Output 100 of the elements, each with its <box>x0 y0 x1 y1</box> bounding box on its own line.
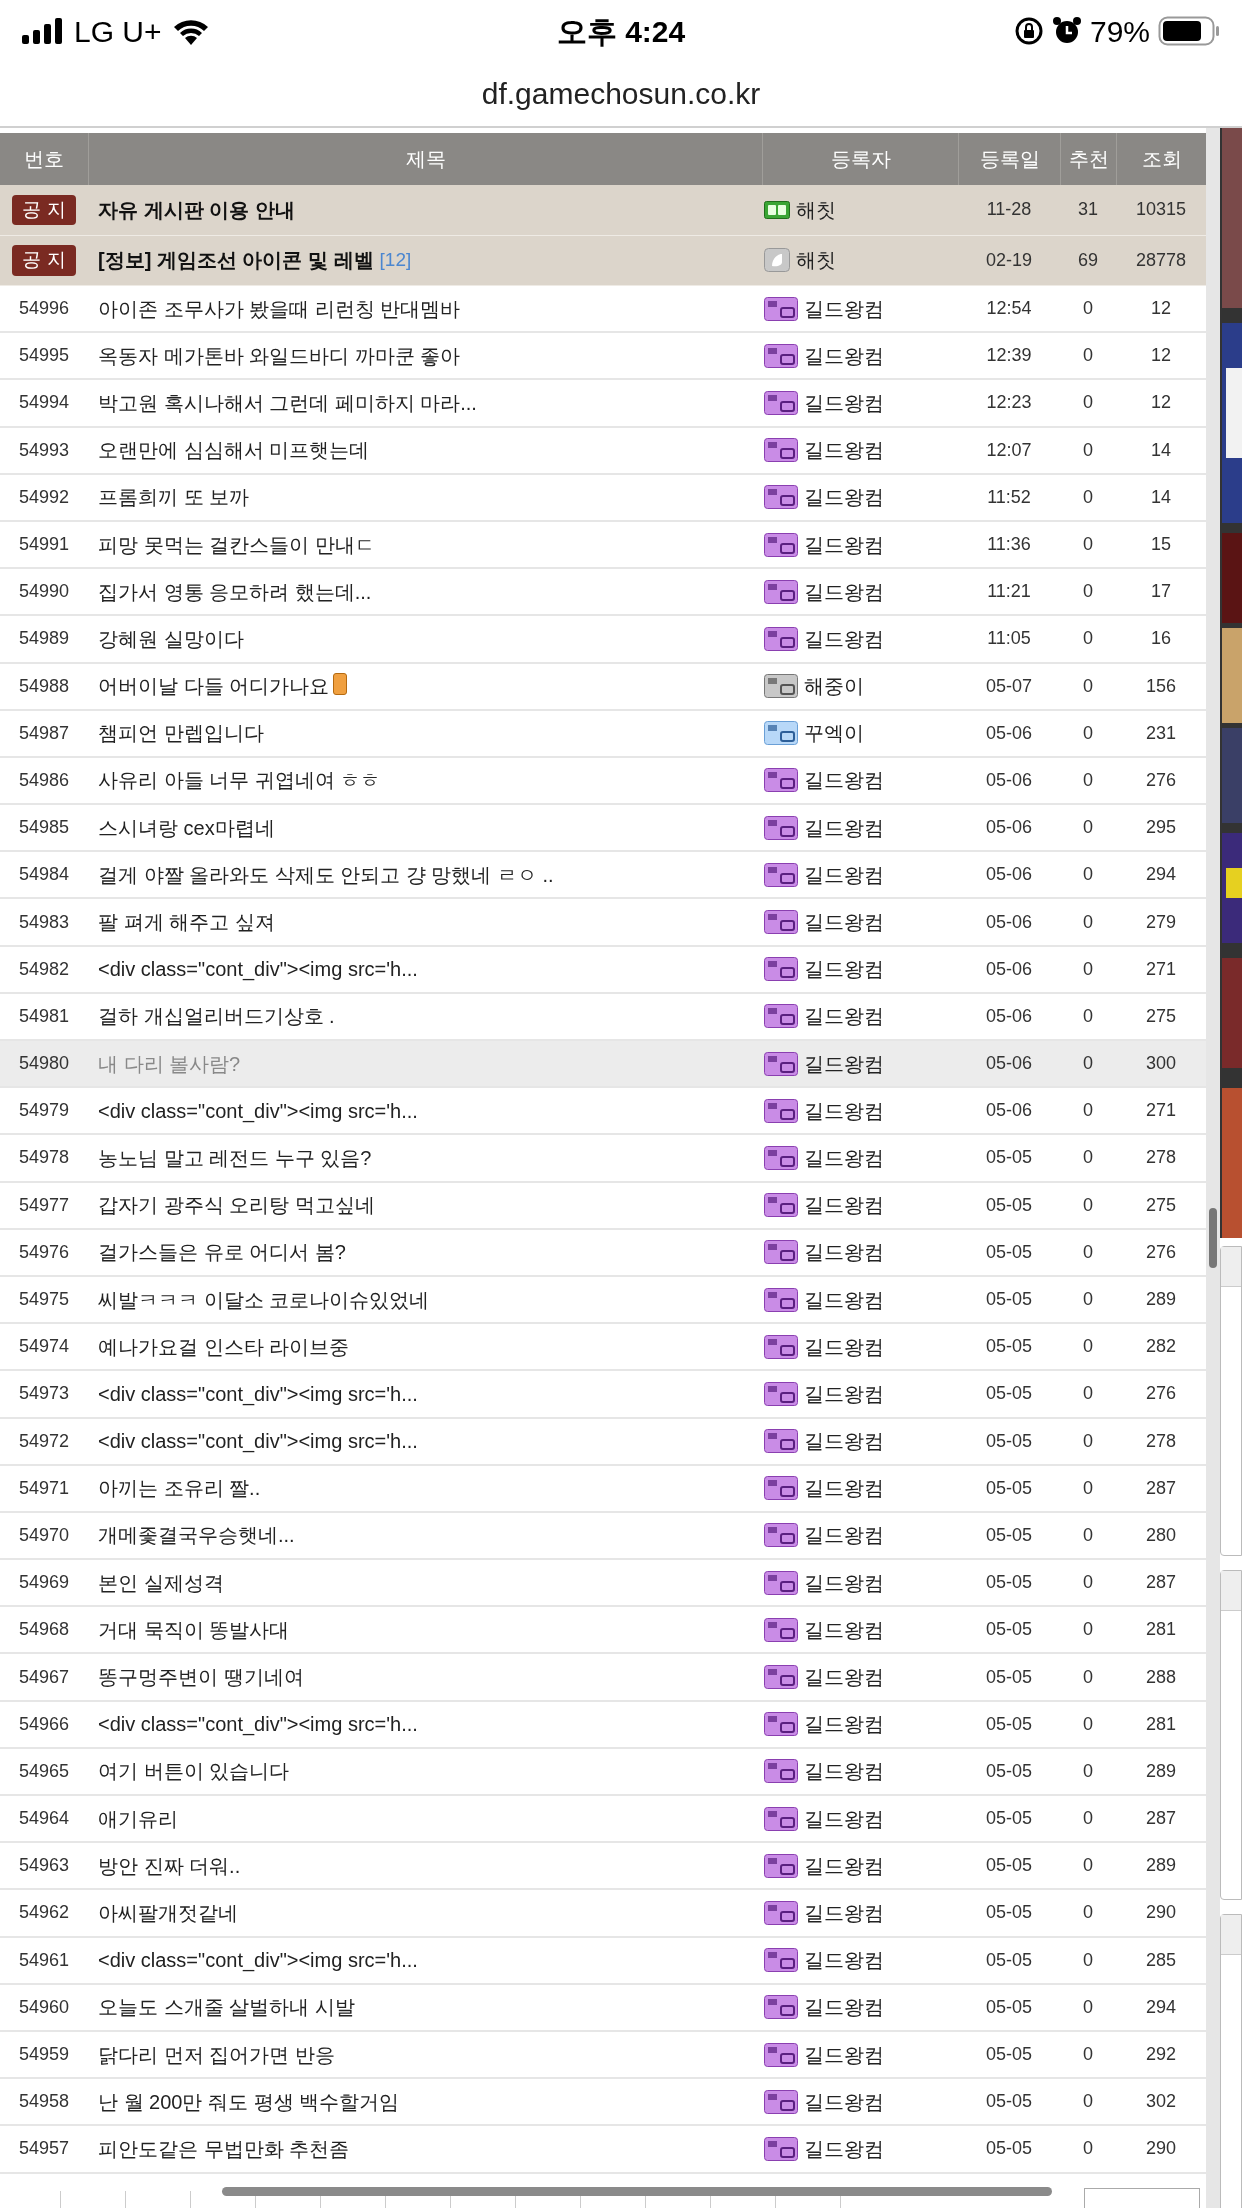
author-name[interactable]: 길드왕컴 <box>804 2086 884 2117</box>
author-name[interactable]: 길드왕컴 <box>804 1284 884 1315</box>
author-name[interactable]: 길드왕컴 <box>804 1095 884 1126</box>
author-name[interactable]: 길드왕컴 <box>804 1567 884 1598</box>
author-name[interactable]: 길드왕컴 <box>804 387 884 418</box>
level-badge-icon <box>764 296 798 321</box>
author-name[interactable]: 길드왕컴 <box>804 1001 884 1032</box>
author-name[interactable]: 길드왕컴 <box>804 2133 884 2164</box>
level-badge-icon <box>764 1476 798 1501</box>
level-badge-icon <box>764 1948 798 1973</box>
column-header[interactable]: 제목 <box>405 144 446 174</box>
author-name[interactable]: 길드왕컴 <box>804 1237 884 1268</box>
column-header[interactable]: 조회 <box>1141 144 1182 174</box>
author-name[interactable]: 길드왕컴 <box>804 1850 884 1881</box>
scrollbar-thumb[interactable] <box>1209 1208 1217 1268</box>
post-title[interactable]: 예나가요걸 인스타 라이브중 <box>98 1331 350 1362</box>
post-title[interactable]: 집가서 영통 응모하려 했는데... <box>98 576 372 607</box>
post-title[interactable]: 똥구멍주변이 땡기네여 <box>98 1662 304 1693</box>
post-title[interactable]: <div class="cont_div"><img src='h... <box>98 1945 418 1976</box>
author-name[interactable]: 해중이 <box>804 671 864 702</box>
post-title[interactable]: 팔 펴게 해주고 싶져 <box>98 907 275 938</box>
author-name[interactable]: 길드왕컴 <box>804 954 884 985</box>
post-title[interactable]: 자유 게시판 이용 안내 <box>98 194 295 225</box>
column-header[interactable]: 등록일 <box>979 144 1040 174</box>
author-name[interactable]: 길드왕컴 <box>804 1614 884 1645</box>
post-title[interactable]: 피망 못먹는 걸칸스들이 만내ㄷ <box>98 529 375 560</box>
post-title[interactable]: 본인 실제성격 <box>98 1567 224 1598</box>
post-title[interactable]: 오랜만에 심심해서 미프햇는데 <box>98 435 370 466</box>
author-name[interactable]: 길드왕컴 <box>804 435 884 466</box>
address-bar-url[interactable]: df.gamechosun.co.kr <box>481 70 761 116</box>
post-title[interactable]: 난 월 200만 줘도 평생 백수할거임 <box>98 2086 400 2117</box>
author-name[interactable]: 꾸엑이 <box>804 718 864 749</box>
author-name[interactable]: 길드왕컴 <box>804 859 884 890</box>
author-name[interactable]: 길드왕컴 <box>804 1520 884 1551</box>
author-name[interactable]: 길드왕컴 <box>804 1331 884 1362</box>
author-name[interactable]: 길드왕컴 <box>804 1142 884 1173</box>
post-title[interactable]: <div class="cont_div"><img src='h... <box>98 1095 418 1126</box>
post-title[interactable]: <div class="cont_div"><img src='h... <box>98 1709 418 1740</box>
author-name[interactable]: 길드왕컴 <box>804 1756 884 1787</box>
post-title[interactable]: 개메좇결국우승햇네... <box>98 1520 295 1551</box>
author-name[interactable]: 길드왕컴 <box>804 1897 884 1928</box>
post-title[interactable]: 박고원 혹시나해서 그런데 페미하지 마라... <box>98 387 477 418</box>
column-header[interactable]: 추천 <box>1068 144 1109 174</box>
horizontal-scrollbar[interactable] <box>222 2187 1052 2196</box>
post-title[interactable]: 피안도같은 무법만화 추천좀 <box>98 2133 350 2164</box>
author-name[interactable]: 해칫 <box>796 245 836 276</box>
author-name[interactable]: 길드왕컴 <box>804 1426 884 1457</box>
author-name[interactable]: 길드왕컴 <box>804 1945 884 1976</box>
author-name[interactable]: 길드왕컴 <box>804 1190 884 1221</box>
author-name[interactable]: 길드왕컴 <box>804 907 884 938</box>
author-name[interactable]: 길드왕컴 <box>804 1048 884 1079</box>
post-title[interactable]: 거대 묵직이 똥발사대 <box>98 1614 290 1645</box>
post-date: 05-05 <box>985 1523 1032 1547</box>
notice-row[interactable]: 공 지 [정보] 게임조선 아이콘 및 레벨 [12] 해칫 02-19 69 28778 <box>0 235 1206 286</box>
post-title[interactable]: 스시녀랑 cex마렵네 <box>98 812 275 843</box>
author-name[interactable]: 길드왕컴 <box>804 1709 884 1740</box>
post-title[interactable]: 아끼는 조유리 짤.. <box>98 1473 261 1504</box>
post-title[interactable]: 걸게 야짤 올라와도 삭제도 안되고 걍 망했네 ㄹㅇ .. <box>98 859 554 890</box>
notice-row[interactable]: 공 지 자유 게시판 이용 안내 해칫 11-28 31 10315 <box>0 185 1206 236</box>
post-title[interactable]: <div class="cont_div"><img src='h... <box>98 1378 418 1409</box>
post-title[interactable]: [정보] 게임조선 아이콘 및 레벨 <box>98 245 374 276</box>
post-title[interactable]: 어버이날 다들 어디가나요 <box>98 671 330 702</box>
post-title[interactable]: 사유리 아들 너무 귀엽네여 ㅎㅎ <box>98 765 381 796</box>
author-name[interactable]: 길드왕컴 <box>804 623 884 654</box>
post-title[interactable]: <div class="cont_div"><img src='h... <box>98 1426 418 1457</box>
author-name[interactable]: 길드왕컴 <box>804 765 884 796</box>
author-name[interactable]: 길드왕컴 <box>804 340 884 371</box>
post-title[interactable]: 씨발ㅋㅋㅋ 이달소 코로나이슈있었네 <box>98 1284 430 1315</box>
post-title[interactable]: 챔피언 만렙입니다 <box>98 718 264 749</box>
post-title[interactable]: 닭다리 먼저 집어가면 반응 <box>98 2039 335 2070</box>
post-title[interactable]: 애기유리 <box>98 1803 178 1834</box>
author-name[interactable]: 길드왕컴 <box>804 1473 884 1504</box>
author-name[interactable]: 길드왕컴 <box>804 293 884 324</box>
author-name[interactable]: 길드왕컴 <box>804 1803 884 1834</box>
post-title[interactable]: 방안 진짜 더워.. <box>98 1850 241 1881</box>
column-header[interactable]: 번호 <box>24 144 64 174</box>
author-name[interactable]: 길드왕컴 <box>804 529 884 560</box>
author-name[interactable]: 길드왕컴 <box>804 1992 884 2023</box>
post-title[interactable]: 여기 버튼이 있습니다 <box>98 1756 290 1787</box>
post-row[interactable]: 54980 내 다리 볼사람? 길드왕컴 05-06 0 300 <box>0 1041 1206 1089</box>
column-header[interactable]: 등록자 <box>830 144 891 174</box>
post-title[interactable]: 아씨팔개젓같네 <box>98 1897 238 1928</box>
post-title[interactable]: 아이존 조무사가 봤을때 리런칭 반대멤바 <box>98 293 461 324</box>
author-name[interactable]: 해칫 <box>796 194 836 225</box>
author-name[interactable]: 길드왕컴 <box>804 2039 884 2070</box>
post-title[interactable]: 강혜원 실망이다 <box>98 623 244 654</box>
post-title[interactable]: 농노님 말고 레전드 누구 있음? <box>98 1142 372 1173</box>
recommend-count: 0 <box>1083 2137 1093 2161</box>
post-title[interactable]: 걸가스들은 유로 어디서 봄? <box>98 1237 346 1268</box>
author-name[interactable]: 길드왕컴 <box>804 1662 884 1693</box>
post-title[interactable]: 옥동자 메가톤바 와일드바디 까마쿤 좋아 <box>98 340 461 371</box>
author-name[interactable]: 길드왕컴 <box>804 576 884 607</box>
post-title[interactable]: 걸하 개십얼리버드기상호 . <box>98 1001 335 1032</box>
post-title[interactable]: <div class="cont_div"><img src='h... <box>98 954 418 985</box>
author-name[interactable]: 길드왕컴 <box>804 1378 884 1409</box>
author-name[interactable]: 길드왕컴 <box>804 812 884 843</box>
post-title[interactable]: 갑자기 광주식 오리탕 먹고싶네 <box>98 1190 375 1221</box>
post-title[interactable]: 오늘도 스개줄 살벌하내 시발 <box>98 1992 355 2023</box>
post-title[interactable]: 프롬희끼 또 보까 <box>98 482 250 513</box>
author-name[interactable]: 길드왕컴 <box>804 482 884 513</box>
